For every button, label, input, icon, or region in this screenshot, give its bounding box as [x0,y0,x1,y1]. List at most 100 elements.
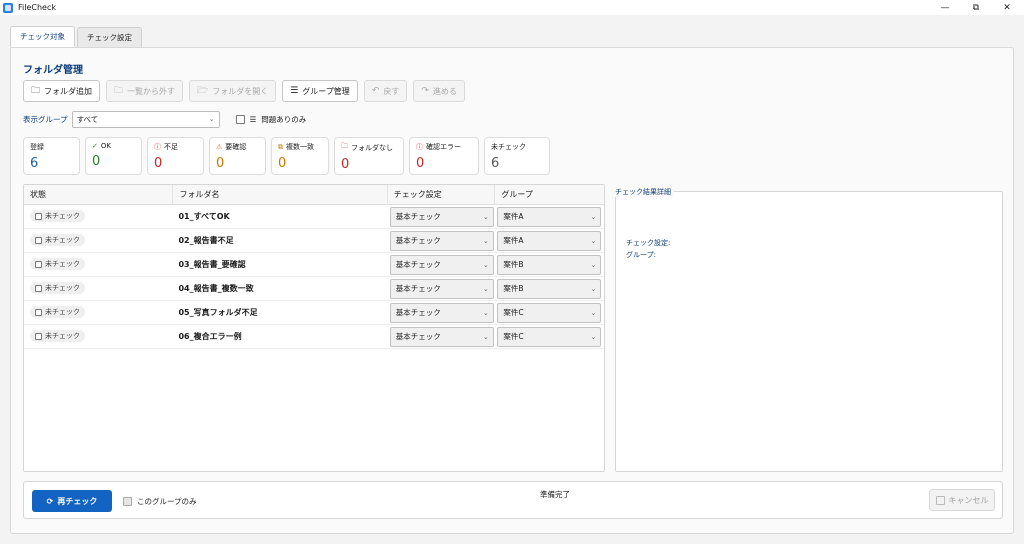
minimize-button[interactable]: — [930,0,960,15]
problems-only-toggle[interactable]: ☰ 問題ありのみ [235,114,307,125]
table-row[interactable]: 未チェック 01_すべてOK 基本チェック ⌄ 案件A ⌄ [24,205,604,229]
check-setting-select[interactable]: 基本チェック ⌄ [389,302,494,323]
group-only-toggle[interactable]: このグループのみ [123,496,197,507]
alert-circle-icon: ⓘ [154,143,161,151]
window-title: FileCheck [18,3,56,12]
header-group[interactable]: グループ [495,185,604,204]
card-ok: ✓ OK 0 [85,137,142,175]
table-row[interactable]: 未チェック 05_写真フォルダ不足 基本チェック ⌄ 案件C ⌄ [24,301,604,325]
filter-icon: ☰ [249,115,257,124]
table-row[interactable]: 未チェック 04_報告書_複数一致 基本チェック ⌄ 案件B ⌄ [24,277,604,301]
chevron-down-icon: ⌄ [590,236,597,245]
card-check-error: ⓘ 確認エラー 0 [409,137,479,175]
tab-check-target[interactable]: チェック対象 [10,26,75,47]
chevron-down-icon: ⌄ [590,308,597,317]
status-badge: 未チェック [30,306,85,319]
main-panel: フォルダ管理 🗀 フォルダ追加 🗀 一覧から外す 🗁 フォルダを開く ☰ グループ管理 … [10,47,1014,534]
table-row[interactable]: 未チェック 02_報告書不足 基本チェック ⌄ 案件A ⌄ [24,229,604,253]
check-setting-select[interactable]: 基本チェック ⌄ [389,230,494,251]
problems-only-label: 問題ありのみ [261,115,307,124]
chevron-down-icon: ⌄ [482,332,489,341]
tab-check-settings[interactable]: チェック設定 [77,27,142,47]
cancel-label: キャンセル [948,495,989,505]
recheck-button[interactable]: ⟳ 再チェック [32,490,112,512]
cancel-button[interactable]: キャンセル [929,489,995,511]
problems-only-checkbox[interactable] [235,115,245,124]
header-folder-name[interactable]: フォルダ名 [173,185,388,204]
table-header: 状態 フォルダ名 チェック設定 グループ [24,185,604,205]
close-button[interactable]: ✕ [992,0,1022,15]
group-manage-label: グループ管理 [302,86,350,96]
refresh-icon: ⟳ [46,496,54,506]
group-value: 案件A [503,236,524,245]
detail-panel: チェック設定: グループ: [615,191,1003,472]
group-select[interactable]: 案件B ⌄ [497,254,602,275]
group-only-label: このグループのみ [137,497,197,506]
header-status[interactable]: 状態 [24,185,174,204]
app-icon [3,2,13,13]
status-text: 未チェック [45,308,80,317]
add-folder-button[interactable]: 🗀 フォルダ追加 [23,80,101,102]
card-multiple-match: ⧉ 複数一致 0 [271,137,329,175]
group-select[interactable]: 案件B ⌄ [497,278,602,299]
redo-label: 進める [432,86,457,96]
group-filter-select[interactable]: すべて ⌄ [71,111,220,128]
card-label: 不足 [164,143,178,151]
check-setting-value: 基本チェック [395,212,441,221]
folder-name: 02_報告書不足 [178,236,234,245]
remove-from-list-button[interactable]: 🗀 一覧から外す [106,80,184,102]
check-setting-value: 基本チェック [395,236,441,245]
table-row[interactable]: 未チェック 06_複合エラー例 基本チェック ⌄ 案件C ⌄ [24,325,604,349]
group-only-checkbox[interactable] [123,497,132,506]
check-setting-value: 基本チェック [395,260,441,269]
status-text: 準備完了 [540,490,570,499]
group-value: 案件B [503,260,524,269]
group-select[interactable]: 案件C ⌄ [497,326,602,347]
card-value: 0 [92,154,101,169]
group-filter-value: すべて [76,115,99,124]
check-setting-select[interactable]: 基本チェック ⌄ [389,278,494,299]
card-label: 要確認 [225,143,247,151]
group-select[interactable]: 案件A ⌄ [497,230,602,251]
open-folder-button[interactable]: 🗁 フォルダを開く [189,80,277,102]
undo-label: 戻す [383,86,400,96]
card-no-folder: 🗀 フォルダなし 0 [334,137,404,175]
undo-button[interactable]: ↶ 戻す [363,80,408,102]
chevron-down-icon: ⌄ [590,284,597,293]
check-setting-value: 基本チェック [395,332,441,341]
header-check-setting[interactable]: チェック設定 [388,185,496,204]
redo-button[interactable]: ↷ 進める [413,80,465,102]
detail-group-label: グループ: [626,251,656,259]
check-setting-select[interactable]: 基本チェック ⌄ [389,254,494,275]
status-text: 未チェック [45,212,80,221]
toolbar: 🗀 フォルダ追加 🗀 一覧から外す 🗁 フォルダを開く ☰ グループ管理 ↶ 戻す ↷ 進め… [23,80,465,102]
card-label: 複数一致 [286,143,314,151]
chevron-down-icon: ⌄ [482,212,489,221]
group-value: 案件C [503,332,524,341]
group-filter-label: 表示グループ [23,115,68,124]
card-label: 未チェック [491,143,526,151]
card-label: OK [100,142,111,150]
table-row[interactable]: 未チェック 03_報告書_要確認 基本チェック ⌄ 案件B ⌄ [24,253,604,277]
status-badge: 未チェック [30,282,85,295]
card-registered: 登録 6 [23,137,80,175]
card-needs-review: ⚠ 要確認 0 [209,137,266,175]
status-badge: 未チェック [30,234,85,247]
section-title: フォルダ管理 [23,65,83,76]
group-select[interactable]: 案件C ⌄ [497,302,602,323]
card-missing: ⓘ 不足 0 [147,137,204,175]
folder-name: 04_報告書_複数一致 [178,284,254,293]
folder-name: 06_複合エラー例 [178,332,242,341]
card-value: 0 [278,156,287,171]
check-setting-select[interactable]: 基本チェック ⌄ [389,206,494,227]
maximize-button[interactable]: ⧉ [961,0,991,15]
folder-name: 05_写真フォルダ不足 [178,308,258,317]
remove-label: 一覧から外す [127,86,176,96]
group-select[interactable]: 案件A ⌄ [497,206,602,227]
group-manage-button[interactable]: ☰ グループ管理 [282,80,358,102]
status-text: 未チェック [45,236,80,245]
check-setting-select[interactable]: 基本チェック ⌄ [389,326,494,347]
warning-icon: ⚠ [216,143,223,151]
status-text: 未チェック [45,332,80,341]
card-value: 0 [341,157,350,172]
